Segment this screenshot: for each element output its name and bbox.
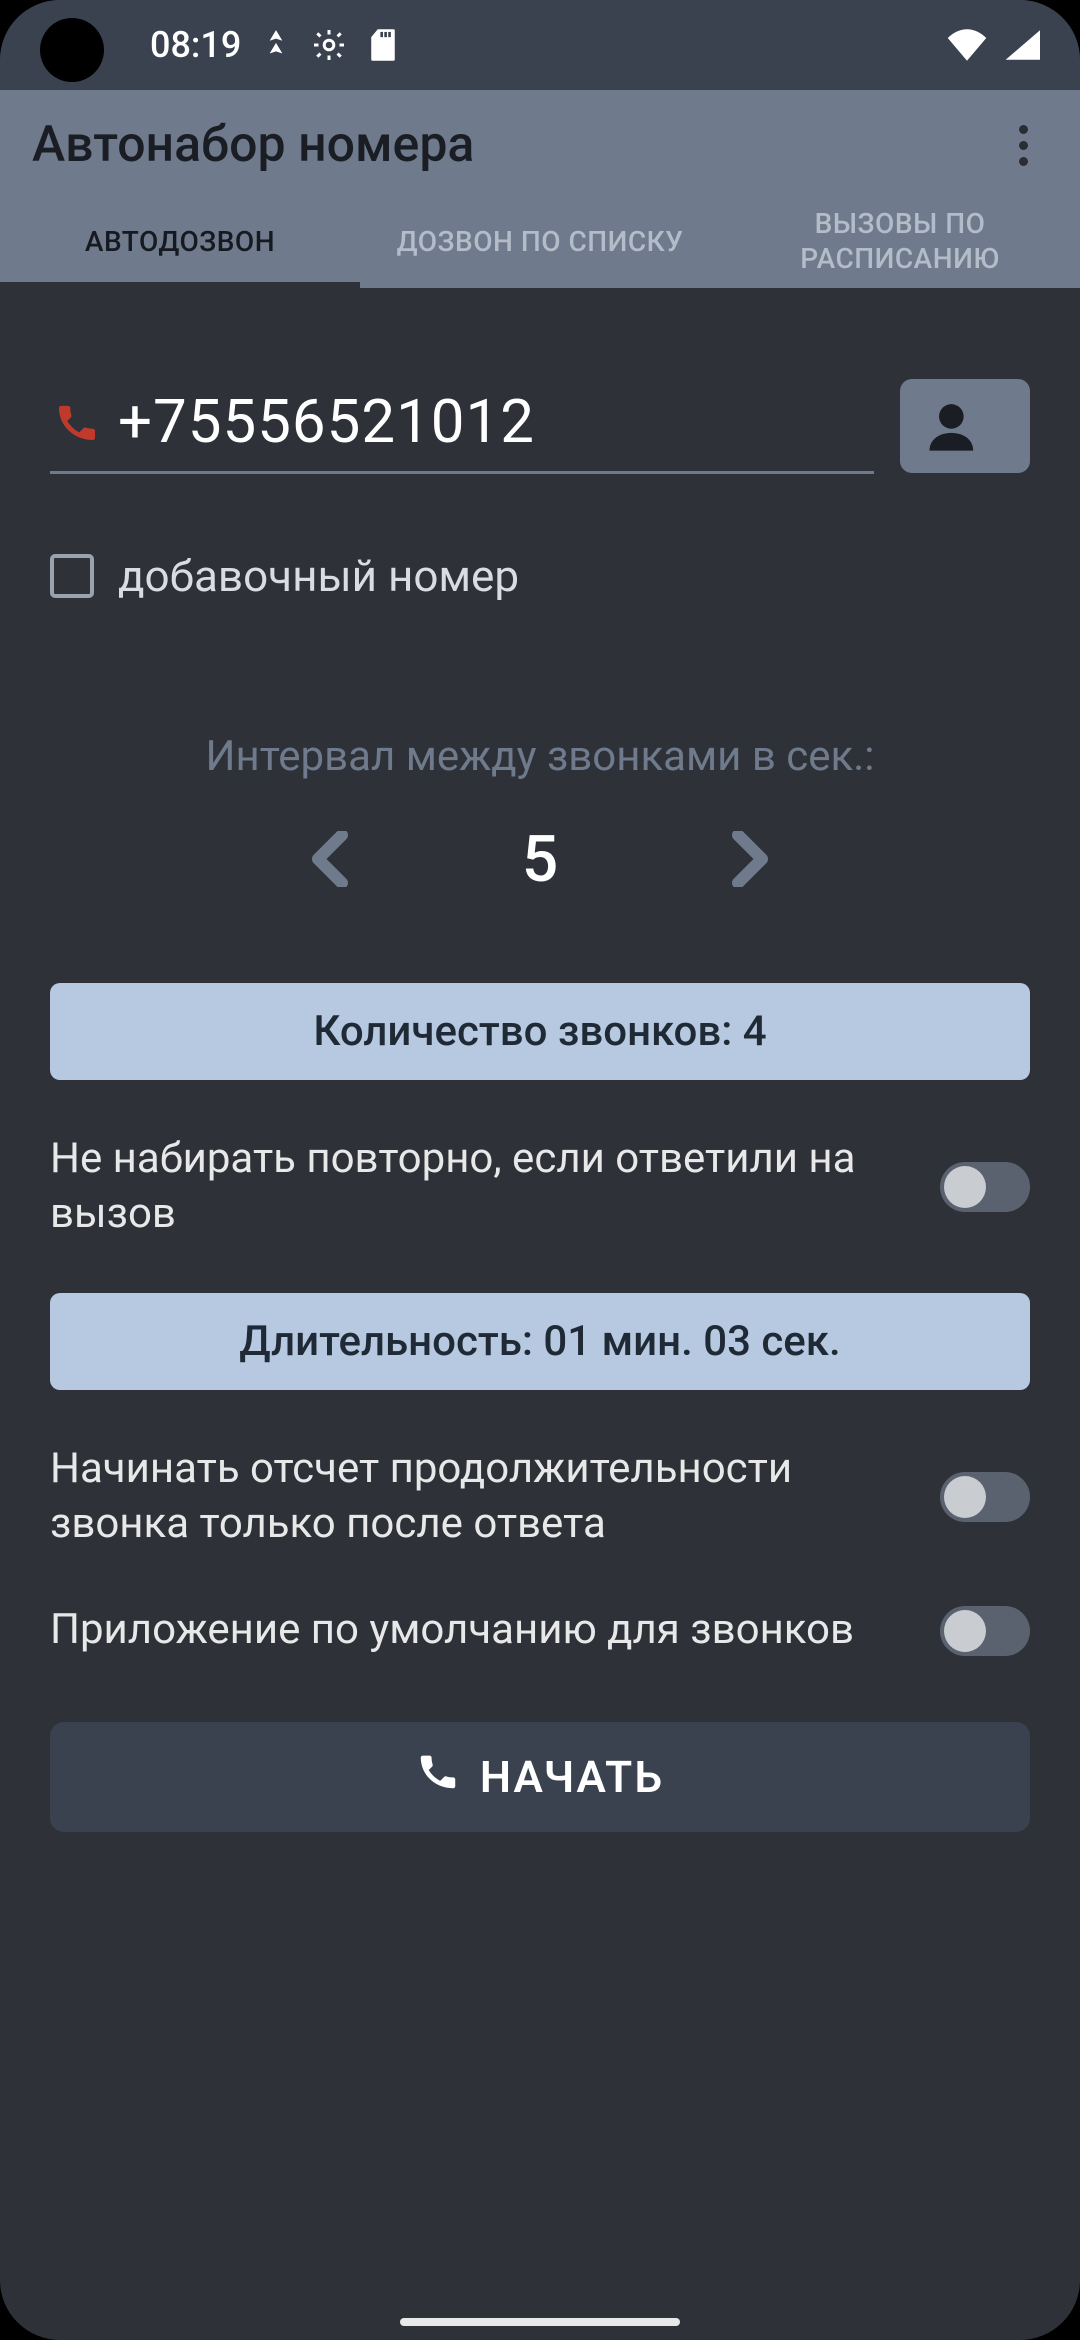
camera-hole — [40, 18, 104, 82]
calls-count-label: Количество звонков: 4 — [313, 1007, 766, 1056]
start-label: НАЧАТЬ — [480, 1751, 664, 1803]
status-bar: 08:19 — [0, 0, 1080, 90]
tab-label: ВЫЗОВЫ ПО РАСПИСАНИЮ — [730, 206, 1070, 276]
duration-label: Длительность: 01 мин. 03 сек. — [239, 1317, 840, 1366]
start-button[interactable]: НАЧАТЬ — [50, 1722, 1030, 1832]
stop-on-answer-label: Не набирать повторно, если ответили на в… — [50, 1132, 910, 1241]
tab-bar: АВТОДОЗВОН ДОЗВОН ПО СПИСКУ ВЫЗОВЫ ПО РА… — [0, 200, 1080, 288]
gesture-bar[interactable] — [400, 2318, 680, 2326]
duration-button[interactable]: Длительность: 01 мин. 03 сек. — [50, 1293, 1030, 1390]
interval-label: Интервал между звонками в сек.: — [50, 732, 1030, 781]
app-title: Автонабор номера — [32, 116, 474, 174]
interval-section: Интервал между звонками в сек.: 5 — [50, 732, 1030, 897]
default-dialer-label: Приложение по умолчанию для звонков — [50, 1603, 910, 1658]
phone-number-value: +75556521012 — [118, 386, 535, 457]
interval-stepper: 5 — [50, 821, 1030, 897]
extension-row[interactable]: добавочный номер — [50, 550, 1030, 602]
stop-on-answer-toggle[interactable] — [940, 1162, 1030, 1212]
pick-contact-button[interactable] — [900, 379, 1030, 473]
tab-label: АВТОДОЗВОН — [85, 224, 275, 259]
count-after-answer-toggle[interactable] — [940, 1472, 1030, 1522]
tab-label: ДОЗВОН ПО СПИСКУ — [397, 224, 684, 259]
interval-increase-button[interactable] — [720, 821, 780, 897]
interval-value: 5 — [510, 822, 570, 897]
phone-icon — [54, 399, 100, 445]
cellular-icon — [1004, 29, 1040, 61]
sd-card-icon — [369, 28, 397, 62]
wifi-icon — [946, 29, 988, 61]
default-dialer-row: Приложение по умолчанию для звонков — [50, 1603, 1030, 1658]
status-left: 08:19 — [150, 24, 397, 66]
location-icon — [263, 28, 289, 62]
default-dialer-toggle[interactable] — [940, 1606, 1030, 1656]
content: +75556521012 добавочный номер Интервал м… — [0, 288, 1080, 1832]
extension-label: добавочный номер — [118, 550, 519, 602]
tab-autodial[interactable]: АВТОДОЗВОН — [0, 200, 360, 288]
tab-scheduled[interactable]: ВЫЗОВЫ ПО РАСПИСАНИЮ — [720, 200, 1080, 288]
phone-input[interactable]: +75556521012 — [50, 378, 874, 474]
device-frame: 08:19 Автонабор номера АВТОДОЗВ — [0, 0, 1080, 2340]
status-right — [946, 29, 1040, 61]
phone-row: +75556521012 — [50, 378, 1030, 474]
app-bar: Автонабор номера — [0, 90, 1080, 200]
calls-count-button[interactable]: Количество звонков: 4 — [50, 983, 1030, 1080]
tab-list-dial[interactable]: ДОЗВОН ПО СПИСКУ — [360, 200, 720, 288]
status-time: 08:19 — [150, 24, 241, 66]
count-after-answer-label: Начинать отсчет продолжительности звонка… — [50, 1442, 910, 1551]
gear-icon — [311, 27, 347, 63]
more-menu-button[interactable] — [999, 105, 1048, 186]
extension-checkbox[interactable] — [50, 554, 94, 598]
phone-icon — [416, 1749, 460, 1804]
stop-on-answer-row: Не набирать повторно, если ответили на в… — [50, 1132, 1030, 1241]
interval-decrease-button[interactable] — [300, 821, 360, 897]
count-after-answer-row: Начинать отсчет продолжительности звонка… — [50, 1442, 1030, 1551]
